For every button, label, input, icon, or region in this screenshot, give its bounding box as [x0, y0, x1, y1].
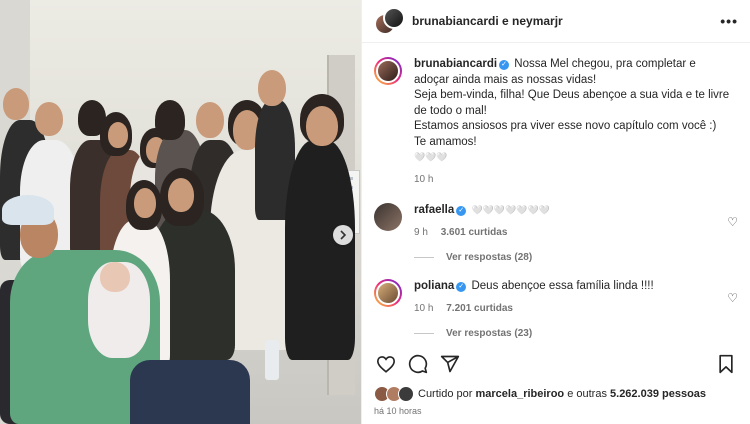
view-replies-button[interactable]: Ver respostas (28)	[414, 252, 750, 263]
avatar[interactable]	[374, 57, 402, 85]
more-options-icon[interactable]: •••	[720, 13, 738, 29]
post-header: brunabiancardi e neymarjr •••	[362, 0, 750, 43]
next-photo-button[interactable]	[333, 225, 353, 245]
person	[134, 188, 156, 218]
avatar[interactable]	[374, 279, 402, 307]
person	[168, 178, 194, 212]
caption-username[interactable]: brunabiancardi	[414, 58, 497, 70]
caption-line: Seja bem-vinda, filha! Que Deus abençoe …	[414, 89, 730, 117]
comment-time: 10 h	[414, 302, 434, 314]
surgical-cap	[2, 195, 54, 225]
view-replies-label: Ver respostas (23)	[446, 328, 533, 339]
comment-meta: 10 h 7.201 curtidas	[414, 301, 714, 317]
father-legs	[130, 360, 250, 424]
caption-line: 🤍🤍🤍	[414, 152, 448, 162]
comment: poliana ✓ Deus abençoe essa família linda…	[362, 279, 750, 316]
water-bottle	[265, 340, 279, 380]
post-authors[interactable]: brunabiancardi e neymarjr	[412, 14, 563, 28]
caption-line: Estamos ansiosos pra viver esse novo cap…	[414, 120, 717, 132]
comment: rafaella ✓ 🤍🤍🤍🤍🤍🤍🤍 9 h 3.601 curtidas ♡	[362, 203, 750, 240]
person	[155, 100, 185, 140]
view-replies-button[interactable]: Ver respostas (23)	[414, 328, 750, 339]
person	[285, 140, 355, 360]
comment-text: 🤍🤍🤍🤍🤍🤍🤍	[471, 205, 550, 215]
comment-icon[interactable]	[406, 352, 430, 376]
liked-by-suffix: e outras	[567, 388, 607, 400]
comment-time: 9 h	[414, 226, 428, 238]
post-time[interactable]: há 10 horas	[374, 406, 422, 416]
liked-by-avatars	[374, 386, 414, 402]
verified-badge-icon: ✓	[499, 60, 510, 70]
like-comment-icon[interactable]: ♡	[727, 215, 738, 229]
caption-meta: 10 h	[414, 172, 734, 188]
action-bar	[374, 352, 738, 376]
likes-count[interactable]: 5.262.039 pessoas	[610, 388, 706, 400]
person	[196, 102, 224, 138]
comment-body: poliana ✓ Deus abençoe essa família linda…	[414, 279, 714, 316]
comment-username[interactable]: rafaella	[414, 204, 454, 216]
divider	[414, 257, 434, 258]
avatar	[383, 7, 405, 29]
caption-line: Te amamos!	[414, 135, 477, 148]
like-comment-icon[interactable]: ♡	[727, 291, 738, 305]
share-icon[interactable]	[438, 352, 462, 376]
collab-avatars[interactable]	[374, 7, 405, 35]
comment-username[interactable]: poliana	[414, 280, 454, 292]
verified-badge-icon: ✓	[456, 206, 467, 216]
post-details-panel: brunabiancardi e neymarjr ••• brunabianc…	[361, 0, 750, 424]
caption: brunabiancardi ✓ Nossa Mel chegou, pra co…	[362, 57, 750, 187]
caption-text-block: brunabiancardi ✓ Nossa Mel chegou, pra co…	[414, 57, 734, 187]
liked-by[interactable]: Curtido por marcela_ribeiroo e outras 5.…	[374, 386, 706, 402]
baby-head	[100, 262, 130, 292]
person	[3, 88, 29, 120]
instagram-post: brunabiancardi e neymarjr ••• brunabianc…	[0, 0, 750, 424]
avatar[interactable]	[374, 203, 402, 231]
person	[258, 70, 286, 106]
caption-time: 10 h	[414, 173, 434, 185]
comment-text: Deus abençoe essa família linda !!!!	[471, 280, 654, 292]
chevron-right-icon	[340, 230, 347, 240]
liked-by-prefix: Curtido por	[418, 388, 473, 400]
person	[306, 106, 338, 146]
divider	[414, 333, 434, 334]
person	[35, 102, 63, 136]
avatar	[398, 386, 414, 402]
liked-by-user[interactable]: marcela_ribeiroo	[475, 388, 564, 400]
verified-badge-icon: ✓	[456, 282, 467, 292]
comment-likes[interactable]: 7.201 curtidas	[446, 303, 513, 314]
save-bookmark-icon[interactable]	[714, 352, 738, 376]
comment-meta: 9 h 3.601 curtidas	[414, 225, 714, 241]
like-icon[interactable]	[374, 352, 398, 376]
comment-body: rafaella ✓ 🤍🤍🤍🤍🤍🤍🤍 9 h 3.601 curtidas	[414, 203, 714, 240]
person	[108, 122, 128, 148]
comment-likes[interactable]: 3.601 curtidas	[441, 227, 508, 238]
post-photo[interactable]	[0, 0, 361, 424]
view-replies-label: Ver respostas (28)	[446, 252, 533, 263]
